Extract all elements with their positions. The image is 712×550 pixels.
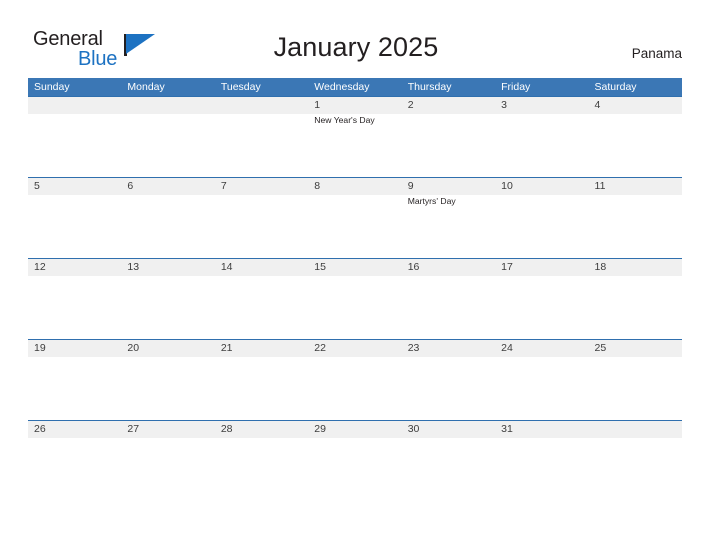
day-number: 5 [34, 180, 40, 192]
day-cell[interactable]: 21 [215, 340, 308, 420]
day-cell[interactable]: 13 [121, 259, 214, 339]
day-cell[interactable]: 7 [215, 178, 308, 258]
day-number: 13 [127, 261, 140, 273]
day-number: 23 [407, 342, 420, 354]
day-number: 30 [407, 423, 420, 435]
day-cell[interactable]: 11 [589, 178, 682, 258]
day-event: New Year's Day [314, 115, 375, 125]
calendar-page: General Blue January 2025 Panama Sunday … [0, 0, 712, 550]
day-number: 22 [314, 342, 326, 354]
day-number: 16 [407, 261, 420, 273]
calendar-week-row: 19 20 21 22 23 24 25 [28, 339, 682, 420]
day-number: 2 [407, 99, 414, 111]
day-number: 26 [34, 423, 46, 435]
day-number: 4 [594, 99, 601, 111]
day-cell[interactable]: 23 [402, 340, 495, 420]
day-cell[interactable]: 27 [121, 421, 214, 501]
page-header: General Blue January 2025 Panama [0, 0, 712, 76]
day-number: 9 [407, 180, 414, 192]
day-number: 8 [314, 180, 321, 192]
day-number: 18 [594, 261, 607, 273]
weekday-header-wednesday: Wednesday [314, 81, 370, 93]
day-cell[interactable]: 10 [495, 178, 588, 258]
day-cell[interactable]: 4 [589, 97, 682, 177]
day-number: 1 [314, 99, 321, 111]
calendar-grid: Sunday Monday Tuesday Wednesday Thursday… [28, 78, 682, 501]
weekday-header-monday: Monday [127, 81, 165, 93]
day-number: 27 [127, 423, 140, 435]
day-cell[interactable]: 14 [215, 259, 308, 339]
day-number: 11 [594, 180, 606, 192]
day-cell[interactable]: 19 [28, 340, 121, 420]
day-cell[interactable]: 3 [495, 97, 588, 177]
day-cell[interactable]: 31 [495, 421, 588, 501]
day-cell[interactable]: 16 [402, 259, 495, 339]
country-label: Panama [631, 46, 682, 61]
day-cell[interactable] [121, 97, 214, 177]
weekday-header-sunday: Sunday [34, 81, 70, 93]
day-cell[interactable]: 20 [121, 340, 214, 420]
day-cell[interactable]: 29 [308, 421, 401, 501]
weekday-header-tuesday: Tuesday [220, 81, 261, 93]
day-cell[interactable] [215, 97, 308, 177]
day-number: 12 [34, 261, 46, 273]
day-number: 20 [127, 342, 140, 354]
weekday-header-friday: Friday [501, 81, 531, 93]
day-number: 24 [501, 342, 513, 354]
day-number: 28 [220, 423, 233, 435]
day-cell[interactable] [589, 421, 682, 501]
calendar-week-row: 1 New Year's Day 2 3 4 [28, 96, 682, 177]
day-number: 21 [220, 342, 233, 354]
day-number: 6 [127, 180, 134, 192]
weekday-header-row: Sunday Monday Tuesday Wednesday Thursday… [28, 78, 682, 96]
calendar-week-row: 5 6 7 8 9 Martyrs' Day 10 11 [28, 177, 682, 258]
calendar-week-row: 12 13 14 15 16 17 18 [28, 258, 682, 339]
day-cell[interactable]: 5 [28, 178, 121, 258]
day-cell[interactable]: 9 Martyrs' Day [402, 178, 495, 258]
day-cell[interactable]: 25 [589, 340, 682, 420]
day-cell[interactable] [28, 97, 121, 177]
day-cell[interactable]: 18 [589, 259, 682, 339]
day-cell[interactable]: 2 [402, 97, 495, 177]
day-cell[interactable]: 22 [308, 340, 401, 420]
calendar-week-row: 26 27 28 29 30 31 [28, 420, 682, 501]
page-title: January 2025 [273, 32, 439, 62]
day-number: 10 [501, 180, 513, 192]
day-number: 31 [501, 423, 513, 435]
day-number: 19 [34, 342, 46, 354]
day-cell[interactable]: 12 [28, 259, 121, 339]
day-number: 29 [314, 423, 326, 435]
day-number: 3 [501, 99, 507, 111]
day-cell[interactable]: 30 [402, 421, 495, 501]
weekday-header-thursday: Thursday [407, 81, 452, 93]
day-cell[interactable]: 1 New Year's Day [308, 97, 401, 177]
day-cell[interactable]: 8 [308, 178, 401, 258]
day-cell[interactable]: 26 [28, 421, 121, 501]
day-number: 25 [594, 342, 607, 354]
day-cell[interactable]: 17 [495, 259, 588, 339]
day-cell[interactable]: 24 [495, 340, 588, 420]
weekday-header-saturday: Saturday [594, 81, 637, 93]
day-number: 14 [220, 261, 233, 273]
day-number: 15 [314, 261, 326, 273]
day-cell[interactable]: 15 [308, 259, 401, 339]
day-cell[interactable]: 28 [215, 421, 308, 501]
day-number: 17 [501, 261, 513, 273]
day-number: 7 [220, 180, 227, 192]
day-event: Martyrs' Day [407, 196, 456, 206]
day-cell[interactable]: 6 [121, 178, 214, 258]
